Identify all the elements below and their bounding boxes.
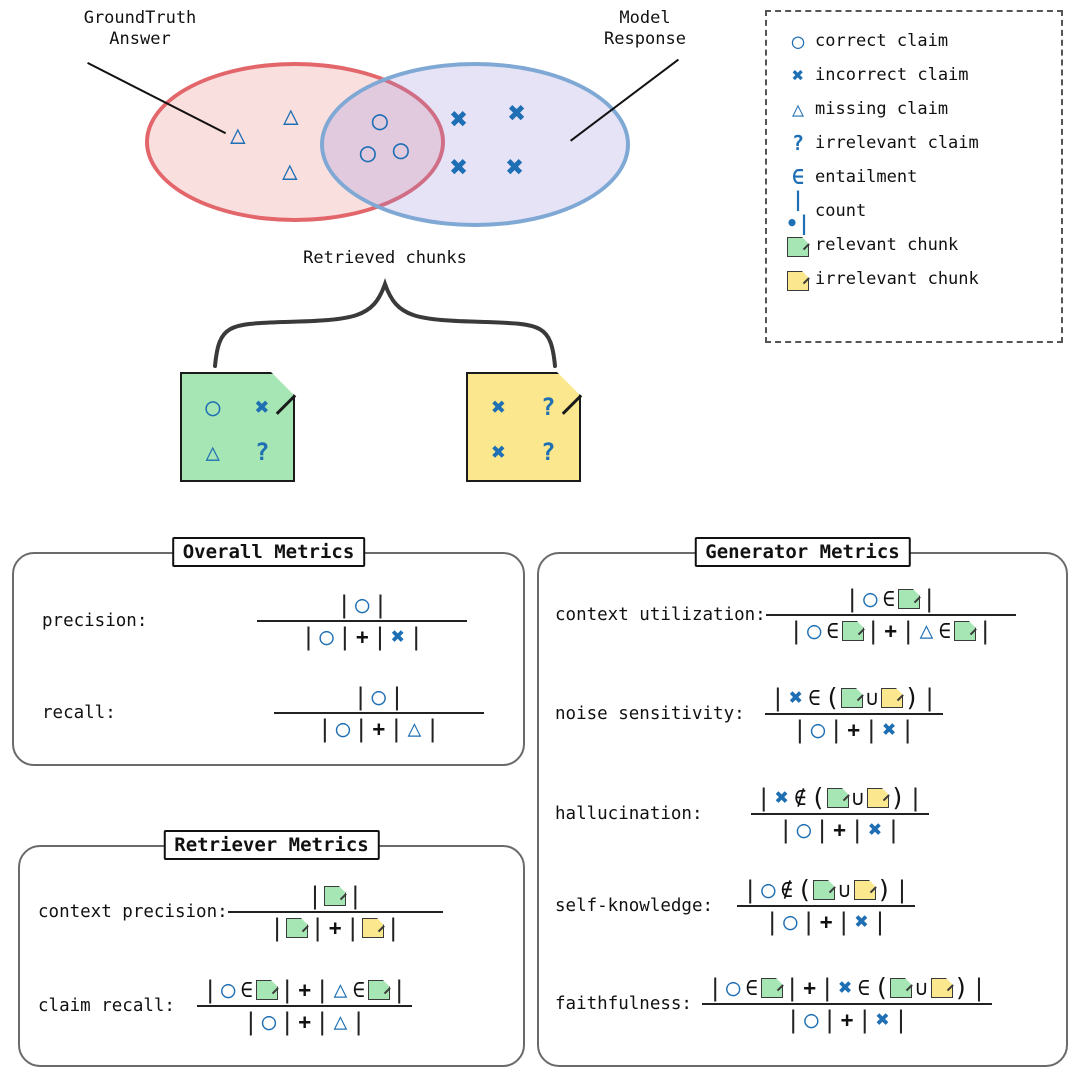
legend-item-entailment: ∈ entailment: [781, 160, 1047, 194]
model-response-label: Model Response: [604, 8, 686, 49]
faithfulness-formula: | ◯ ∈ | + | ✖ ∈(∪) | | ◯ | + | ✖ |: [701, 972, 993, 1035]
incorrect-claim-icon: ✖: [255, 392, 270, 421]
irrelevant-claim-icon: ?: [791, 131, 805, 155]
incorrect-claim-icon: ✖: [506, 150, 525, 185]
missing-claim-icon: △: [230, 120, 246, 150]
legend-label: relevant chunk: [815, 235, 959, 255]
legend-label: incorrect claim: [815, 65, 969, 85]
metric-context-utilization: context utilization: | ◯ ∈ | | ◯ ∈ | + | △ ∈ |: [555, 584, 1016, 646]
legend-label: correct claim: [815, 31, 949, 51]
legend-label: count: [815, 201, 867, 221]
irrelevant-claim-icon: ?: [255, 437, 270, 466]
irrelevant-claim-icon: ?: [541, 437, 556, 466]
metric-label: self-knowledge:: [555, 895, 714, 916]
metric-label: context utilization:: [555, 605, 766, 625]
relevant-chunk-icon: [781, 233, 815, 257]
incorrect-claim-icon: ✖: [491, 392, 506, 421]
count-icon: |•|: [785, 187, 811, 235]
missing-claim-icon: △: [205, 437, 220, 466]
metric-claim-recall: claim recall: | ◯ ∈ | + | △ ∈ | | ◯ | + | △ |: [38, 975, 413, 1037]
retrieved-chunks-label: Retrieved chunks: [303, 248, 467, 268]
metric-label: claim recall:: [38, 996, 175, 1016]
incorrect-claim-icon: ✖: [450, 102, 469, 137]
legend-item-irrelevant-claim: ? irrelevant claim: [781, 126, 1047, 160]
metric-label: faithfulness:: [555, 993, 692, 1014]
correct-claim-icon: ◯: [393, 135, 409, 165]
legend-label: entailment: [815, 167, 918, 187]
venn-diagram: GroundTruth Answer Model Response △ △ △ …: [0, 0, 760, 368]
irrelevant-claim-icon: ?: [541, 392, 556, 421]
irrelevant-chunk-card: ✖ ? ✖ ?: [466, 372, 582, 482]
metric-precision: precision: | ◯ | | ◯ | + | ✖ |: [42, 590, 502, 652]
legend-item-correct-claim: ◯ correct claim: [781, 24, 1047, 58]
groundtruth-label: GroundTruth Answer: [83, 8, 197, 49]
noise-sensitivity-formula: | ✖ ∈(∪) | | ◯ | + | ✖ |: [764, 682, 943, 745]
overall-metrics-panel: Overall Metrics precision: | ◯ | | ◯ | + | ✖ | r…: [12, 537, 525, 766]
metric-label: precision:: [42, 611, 148, 631]
incorrect-claim-icon: ✖: [450, 150, 469, 185]
legend-item-irrelevant-chunk: irrelevant chunk: [781, 262, 1047, 296]
metric-recall: recall: | ◯ | | ◯ | + | △ |: [42, 682, 502, 744]
metric-hallucination: hallucination: | ✖ ∉(∪) | | ◯ | + | ✖ |: [555, 782, 929, 845]
legend-label: missing claim: [815, 99, 949, 119]
metric-context-precision: context precision: | | | | + | |: [38, 881, 443, 943]
missing-claim-icon: △: [282, 156, 298, 186]
metric-noise-sensitivity: noise sensitivity: | ✖ ∈(∪) | | ◯ | + | ✖ |: [555, 682, 943, 745]
legend-item-count: |•| count: [781, 187, 1047, 235]
recall-formula: | ◯ | | ◯ | + | △ |: [273, 682, 484, 744]
retriever-metrics-title: Retriever Metrics: [163, 830, 380, 860]
legend-item-incorrect-claim: ✖ incorrect claim: [781, 58, 1047, 92]
context-precision-formula: | | | | + | |: [227, 881, 443, 943]
claim-recall-formula: | ◯ ∈ | + | △ ∈ | | ◯ | + | △ |: [196, 975, 413, 1037]
legend-box: ◯ correct claim ✖ incorrect claim △ miss…: [765, 10, 1063, 343]
incorrect-claim-icon: ✖: [508, 96, 527, 131]
correct-claim-icon: ◯: [791, 29, 805, 53]
overall-metrics-title: Overall Metrics: [171, 537, 366, 567]
metric-label: noise sensitivity:: [555, 703, 745, 724]
generator-metrics-panel: Generator Metrics context utilization: |…: [537, 537, 1068, 1067]
retrieved-chunks-brace: [213, 278, 557, 368]
hallucination-formula: | ✖ ∉(∪) | | ◯ | + | ✖ |: [750, 782, 929, 845]
correct-claim-icon: ◯: [360, 138, 376, 168]
legend-item-missing-claim: △ missing claim: [781, 92, 1047, 126]
self-knowledge-formula: | ◯ ∉(∪) | | ◯ | + | ✖ |: [737, 874, 916, 937]
metric-faithfulness: faithfulness: | ◯ ∈ | + | ✖ ∈(∪) | | ◯ | + | ✖ |: [555, 972, 993, 1035]
context-utilization-formula: | ◯ ∈ | | ◯ ∈ | + | △ ∈ |: [765, 584, 1016, 646]
missing-claim-icon: △: [283, 101, 299, 131]
metric-label: hallucination:: [555, 803, 703, 824]
retriever-metrics-panel: Retriever Metrics context precision: | | …: [18, 830, 525, 1067]
correct-claim-icon: ◯: [372, 106, 388, 136]
incorrect-claim-icon: ✖: [791, 63, 805, 87]
metric-label: context precision:: [38, 902, 228, 922]
correct-claim-icon: ◯: [205, 392, 220, 421]
legend-label: irrelevant claim: [815, 133, 979, 153]
legend-item-relevant-chunk: relevant chunk: [781, 228, 1047, 262]
incorrect-claim-icon: ✖: [491, 437, 506, 466]
metric-self-knowledge: self-knowledge: | ◯ ∉(∪) | | ◯ | + | ✖ |: [555, 874, 916, 937]
entailment-icon: ∈: [791, 165, 805, 189]
irrelevant-chunk-icon: [781, 267, 815, 291]
metric-label: recall:: [42, 703, 116, 723]
legend-label: irrelevant chunk: [815, 269, 979, 289]
relevant-chunk-card: ◯ ✖ △ ?: [180, 372, 296, 482]
precision-formula: | ◯ | | ◯ | + | ✖ |: [257, 590, 468, 652]
generator-metrics-title: Generator Metrics: [694, 537, 911, 567]
missing-claim-icon: △: [791, 97, 805, 121]
